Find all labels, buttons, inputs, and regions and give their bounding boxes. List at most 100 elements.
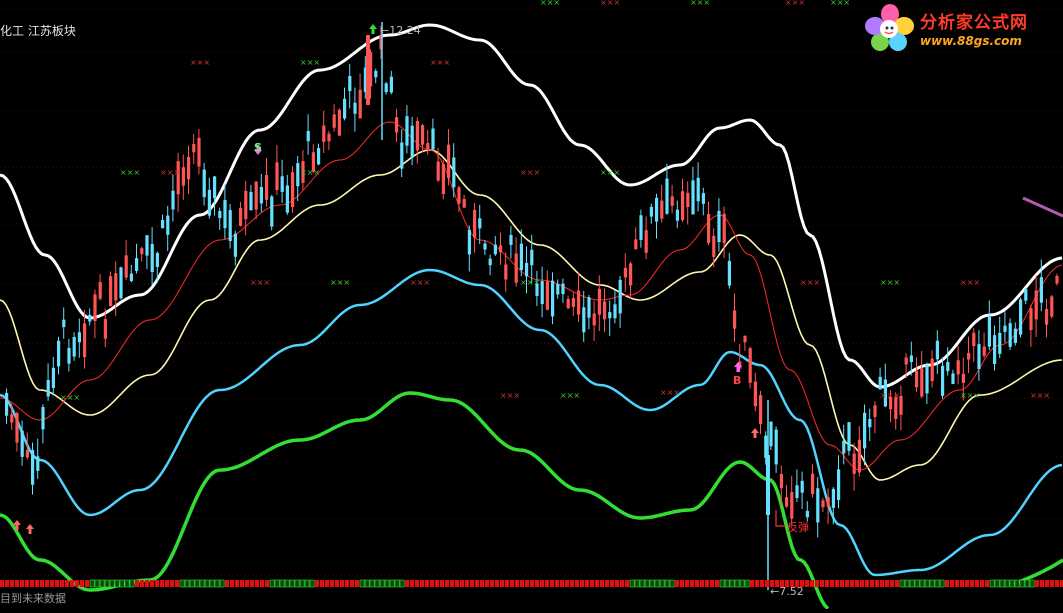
- signal-cell-79: [394, 579, 400, 588]
- signal-cell-90: [450, 580, 455, 587]
- signal-cell-171: [855, 580, 860, 587]
- x-mark-26: ×××: [660, 388, 680, 397]
- candle-body-66: [348, 75, 352, 92]
- signal-cell-10: [50, 580, 55, 587]
- candle-body-128: [670, 196, 674, 206]
- signal-cell-167: [835, 580, 840, 587]
- candle-body-43: [228, 210, 232, 242]
- signal-cell-84: [420, 580, 425, 587]
- signal-cell-207: [1035, 580, 1040, 587]
- signal-cell-12: [60, 580, 65, 587]
- signal-cell-146: [729, 579, 735, 588]
- candle-body-168: [878, 376, 882, 390]
- signal-cell-131: [654, 579, 660, 588]
- rebound-label: 反弹: [787, 520, 809, 534]
- candle-body-139: [727, 260, 731, 286]
- signal-cell-4: [20, 580, 25, 587]
- candle-body-116: [608, 312, 612, 319]
- candle-body-30: [161, 220, 165, 229]
- candle-body-29: [155, 252, 159, 267]
- signal-cell-7: [35, 580, 40, 587]
- site-logo: 分析家公式网 www.88gs.com: [862, 2, 1062, 54]
- candle-body-68: [358, 89, 362, 119]
- signal-cell-35: [175, 580, 180, 587]
- candle-body-103: [540, 281, 544, 305]
- candle-body-180: [941, 365, 945, 396]
- signal-cell-70: [350, 580, 355, 587]
- signal-cell-52: [260, 580, 265, 587]
- signal-cell-88: [440, 580, 445, 587]
- candle-body-22: [119, 267, 123, 299]
- x-mark-19: ×××: [960, 391, 980, 400]
- signal-cell-71: [355, 580, 360, 587]
- candle-body-49: [259, 187, 263, 204]
- signal-cell-72: [359, 579, 365, 588]
- signal-cell-189: [945, 580, 950, 587]
- candle-body-177: [925, 365, 929, 394]
- x-mark-17: ×××: [560, 391, 580, 400]
- signal-cell-132: [659, 579, 665, 588]
- signal-cell-59: [294, 579, 300, 588]
- candle-body-23: [124, 255, 128, 278]
- signal-cell-14: [70, 580, 75, 587]
- signal-cell-111: [555, 580, 560, 587]
- candle-body-6: [36, 456, 40, 471]
- signal-cell-87: [435, 580, 440, 587]
- candle-body-185: [967, 352, 971, 360]
- candle-body-173: [904, 357, 908, 365]
- x-mark-6: ×××: [520, 168, 540, 177]
- signal-cell-133: [664, 579, 670, 588]
- candle-body-98: [514, 253, 518, 283]
- signal-cell-89: [445, 580, 450, 587]
- signal-cell-51: [255, 580, 260, 587]
- candle-body-71: [374, 70, 378, 78]
- candle-body-91: [478, 218, 482, 229]
- signal-cell-170: [850, 580, 855, 587]
- signal-cell-100: [500, 580, 505, 587]
- signal-cell-135: [675, 580, 680, 587]
- candle-body-125: [655, 197, 659, 222]
- signal-cell-45: [225, 580, 230, 587]
- signal-cell-130: [649, 579, 655, 588]
- candle-body-162: [847, 422, 851, 451]
- candle-body-65: [343, 98, 347, 119]
- candle-body-106: [556, 284, 560, 295]
- candle-body-74: [389, 76, 393, 93]
- x-mark-20: ×××: [1030, 391, 1050, 400]
- candle-body-136: [712, 235, 716, 257]
- signal-cell-172: [860, 580, 865, 587]
- candle-body-121: [634, 239, 638, 250]
- signal-cell-76: [379, 579, 385, 588]
- signal-cell-8: [40, 580, 45, 587]
- signal-cell-3: [15, 580, 20, 587]
- candle-body-89: [467, 229, 471, 255]
- candle-body-127: [665, 178, 669, 214]
- x-mark-18: ×××: [880, 391, 900, 400]
- signal-cell-201: [1004, 579, 1010, 588]
- signal-cell-33: [165, 580, 170, 587]
- x-mark-7: ×××: [600, 168, 620, 177]
- candle-body-124: [649, 206, 653, 217]
- signal-cell-22: [109, 579, 115, 588]
- signal-cell-210: [1050, 580, 1055, 587]
- candle-body-146: [764, 435, 768, 458]
- signal-cell-43: [214, 579, 220, 588]
- signal-cell-194: [970, 580, 975, 587]
- signal-cell-104: [520, 580, 525, 587]
- signal-cell-116: [580, 580, 585, 587]
- signal-cell-13: [65, 580, 70, 587]
- signal-cell-78: [389, 579, 395, 588]
- candle-body-21: [114, 273, 118, 301]
- signal-cell-80: [399, 579, 405, 588]
- x-mark-2: ×××: [430, 58, 450, 67]
- candle-body-40: [213, 176, 217, 199]
- signal-cell-110: [550, 580, 555, 587]
- signal-cell-96: [480, 580, 485, 587]
- signal-cell-175: [875, 580, 880, 587]
- signal-cell-142: [710, 580, 715, 587]
- candle-body-52: [275, 162, 279, 191]
- candle-body-184: [961, 373, 965, 383]
- signal-cell-198: [989, 579, 995, 588]
- signal-cell-192: [960, 580, 965, 587]
- signal-cell-151: [755, 580, 760, 587]
